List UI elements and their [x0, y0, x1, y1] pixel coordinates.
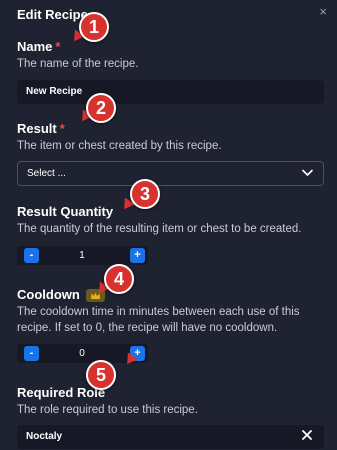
result-select-value: Select ... — [27, 168, 66, 179]
result-select[interactable]: Select ... — [17, 161, 324, 186]
annotation-marker-2: 2 — [86, 93, 116, 123]
increment-button[interactable]: + — [130, 248, 145, 263]
name-label-text: Name — [17, 39, 53, 54]
dialog-title: Edit Recipe — [17, 7, 88, 22]
annotation-marker-4: 4 — [104, 264, 134, 294]
required-role-select[interactable]: Noctaly — [17, 425, 324, 449]
required-mark: * — [55, 39, 61, 54]
result-quantity-value[interactable]: 1 — [57, 246, 107, 265]
annotation-marker-1: 1 — [79, 12, 109, 42]
decrement-button[interactable]: - — [24, 248, 39, 263]
result-quantity-stepper: - 1 + — [17, 246, 148, 265]
required-role-description: The role required to use this recipe. — [17, 404, 198, 416]
name-input[interactable]: New Recipe — [17, 80, 324, 104]
required-mark: * — [59, 121, 65, 136]
chevron-down-icon — [302, 169, 313, 176]
result-quantity-label: Result Quantity — [17, 204, 114, 219]
decrement-button[interactable]: - — [24, 346, 39, 361]
cooldown-label: Cooldown — [17, 287, 80, 302]
close-icon[interactable]: × — [319, 4, 327, 19]
annotation-marker-5: 5 — [86, 360, 116, 390]
name-description: The name of the recipe. — [17, 58, 139, 70]
result-label-text: Result — [17, 121, 57, 136]
required-role-value: Noctaly — [26, 431, 63, 442]
cooldown-description: The cooldown time in minutes between eac… — [17, 306, 300, 334]
annotation-marker-3: 3 — [130, 179, 160, 209]
name-label: Name * — [17, 39, 60, 54]
result-description: The item or chest created by this recipe… — [17, 140, 222, 152]
close-icon[interactable] — [302, 430, 312, 440]
result-quantity-description: The quantity of the resulting item or ch… — [17, 223, 302, 235]
edit-recipe-panel: Edit Recipe × Name * The name of the reci… — [0, 0, 337, 450]
result-label: Result * — [17, 121, 65, 136]
